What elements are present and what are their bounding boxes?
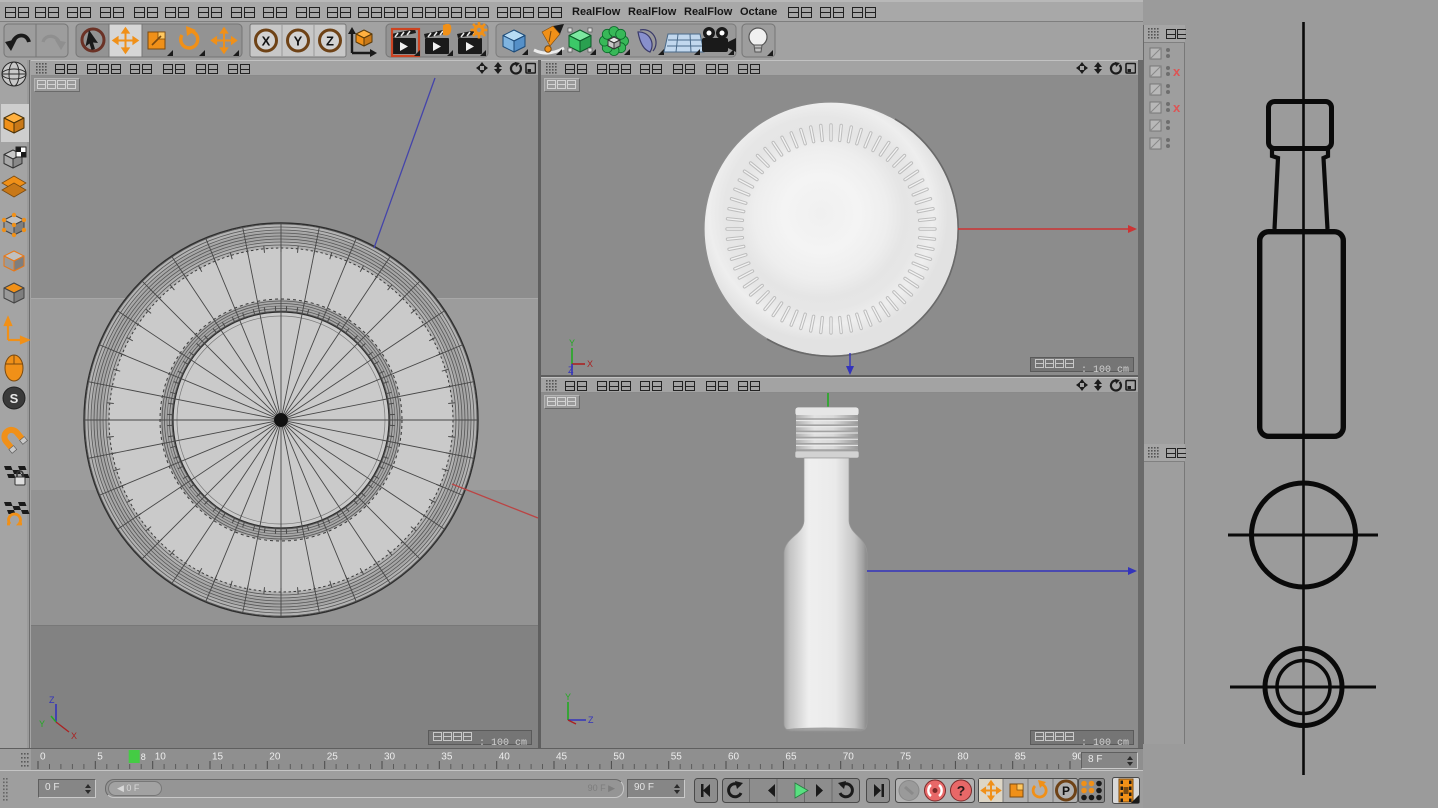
svg-text:Z: Z xyxy=(588,715,594,725)
svg-text:50: 50 xyxy=(613,752,625,763)
svg-text:X: X xyxy=(262,34,271,49)
svg-text:15: 15 xyxy=(212,752,224,763)
svg-text:S: S xyxy=(10,391,19,406)
svg-text:5: 5 xyxy=(97,752,103,763)
svg-text:30: 30 xyxy=(384,752,396,763)
svg-text:Y: Y xyxy=(294,34,303,49)
svg-text:Z: Z xyxy=(49,695,55,705)
svg-text:P: P xyxy=(1062,784,1070,798)
svg-text:25: 25 xyxy=(327,752,339,763)
svg-text:Z: Z xyxy=(326,34,334,49)
svg-text:20: 20 xyxy=(269,752,281,763)
svg-text:35: 35 xyxy=(441,752,453,763)
svg-text:65: 65 xyxy=(785,752,797,763)
svg-text:0: 0 xyxy=(40,752,46,763)
svg-text:Z: Z xyxy=(568,365,574,375)
svg-text:x: x xyxy=(1173,100,1181,115)
svg-text:80: 80 xyxy=(957,752,969,763)
svg-text:40: 40 xyxy=(499,752,511,763)
svg-text:Y: Y xyxy=(39,719,45,729)
svg-text:60: 60 xyxy=(728,752,740,763)
svg-text:?: ? xyxy=(957,783,966,799)
svg-text:X: X xyxy=(587,359,593,369)
svg-text:8: 8 xyxy=(141,752,146,762)
svg-text:x: x xyxy=(1173,64,1181,79)
svg-text:Y: Y xyxy=(569,338,575,348)
svg-text:Y: Y xyxy=(565,692,571,702)
svg-text:10: 10 xyxy=(155,752,167,763)
svg-text:55: 55 xyxy=(671,752,683,763)
svg-text:85: 85 xyxy=(1015,752,1027,763)
svg-text:70: 70 xyxy=(843,752,855,763)
svg-text:X: X xyxy=(71,731,77,741)
svg-text:45: 45 xyxy=(556,752,568,763)
svg-text:75: 75 xyxy=(900,752,912,763)
